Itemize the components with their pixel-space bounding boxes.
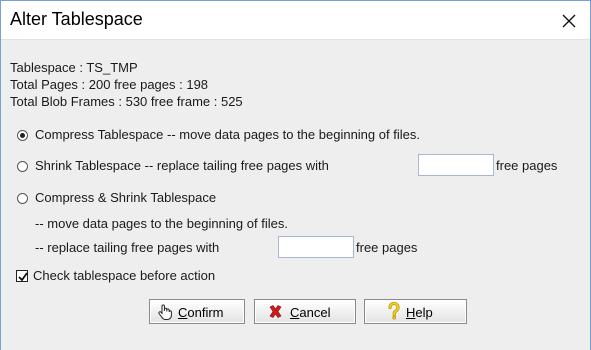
- help-mnemonic: H: [406, 305, 416, 320]
- help-rest: elp: [415, 305, 433, 320]
- shrink-free-pages-input[interactable]: [418, 154, 494, 176]
- check-before-checkbox[interactable]: [16, 270, 28, 282]
- compress-shrink-free-pages-input[interactable]: [278, 236, 354, 258]
- dialog-content: Tablespace : TS_TMP Total Pages : 200 fr…: [1, 39, 590, 350]
- compress-shrink-line1: -- move data pages to the beginning of f…: [35, 216, 288, 231]
- red-x-icon: [269, 305, 282, 318]
- shrink-option-text: Shrink Tablespace -- replace tailing fre…: [35, 158, 329, 174]
- confirm-mnemonic: C: [178, 305, 188, 320]
- confirm-label: Confirm: [178, 305, 224, 320]
- compress-option-text: Compress Tablespace -- move data pages t…: [35, 127, 420, 143]
- help-button[interactable]: Help: [364, 299, 467, 324]
- question-icon: [388, 302, 400, 320]
- cancel-label: Cancel: [290, 305, 330, 320]
- blob-frames-info: Total Blob Frames : 530 free frame : 525: [10, 94, 243, 109]
- compress-shrink-radio[interactable]: [17, 193, 28, 204]
- alter-tablespace-dialog: Alter Tablespace Tablespace : TS_TMP Tot…: [0, 0, 591, 350]
- hand-pointer-icon: [158, 304, 172, 320]
- checkmark-icon: [18, 272, 28, 282]
- shrink-label: Shrink Tablespace: [35, 158, 141, 173]
- cancel-button[interactable]: Cancel: [254, 299, 356, 324]
- check-before-label: Check tablespace before action: [33, 268, 216, 283]
- close-icon: [562, 14, 576, 28]
- title-bar: Alter Tablespace: [1, 1, 590, 39]
- cancel-rest: ancel: [299, 305, 331, 320]
- confirm-rest: onfirm: [187, 305, 224, 320]
- compress-radio[interactable]: [17, 130, 28, 141]
- confirm-button[interactable]: Confirm: [149, 299, 245, 324]
- compress-shrink-line2: -- replace tailing free pages with: [35, 240, 220, 255]
- compress-shrink-suffix: free pages: [356, 240, 418, 255]
- tablespace-name-info: Tablespace : TS_TMP: [10, 60, 138, 75]
- shrink-radio[interactable]: [17, 161, 28, 172]
- shrink-description: -- replace tailing free pages with: [141, 158, 329, 173]
- help-label: Help: [406, 305, 433, 320]
- dialog-title: Alter Tablespace: [10, 9, 143, 29]
- radio-selected-dot: [20, 133, 25, 138]
- cancel-mnemonic: C: [290, 305, 300, 320]
- compress-description: -- move data pages to the beginning of f…: [163, 127, 420, 142]
- compress-label: Compress Tablespace: [35, 127, 164, 142]
- compress-shrink-label: Compress & Shrink Tablespace: [35, 190, 217, 205]
- close-button[interactable]: [546, 1, 590, 39]
- pages-info: Total Pages : 200 free pages : 198: [10, 77, 209, 92]
- shrink-suffix: free pages: [496, 158, 558, 173]
